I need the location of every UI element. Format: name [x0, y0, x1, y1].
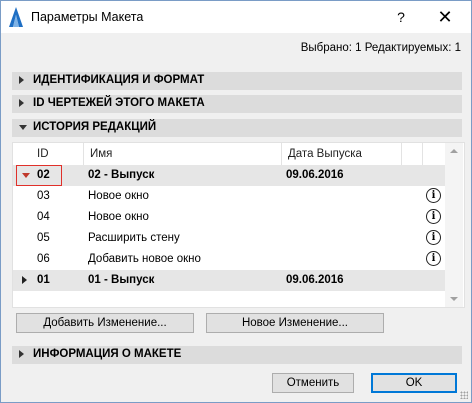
scroll-up-icon[interactable]: [450, 149, 458, 153]
collapse-arrow-icon: [19, 350, 24, 358]
row-id: 02: [37, 169, 50, 181]
layout-settings-dialog: Параметры Макета ? ✕ Выбрано: 1 Редактир…: [0, 0, 472, 403]
table-row-group[interactable]: 02 02 - Выпуск 09.06.2016: [13, 165, 445, 186]
revision-table: ID Имя Дата Выпуска 02 02 - Выпуск 09.06…: [12, 142, 465, 308]
archicad-icon: [9, 7, 23, 27]
resize-grip-icon[interactable]: [460, 391, 468, 399]
section-identification[interactable]: ИДЕНТИФИКАЦИЯ И ФОРМАТ: [12, 72, 462, 90]
row-id: 05: [37, 232, 50, 244]
info-icon[interactable]: i: [426, 188, 441, 203]
new-change-button[interactable]: Новое Изменение...: [206, 313, 384, 333]
add-change-button[interactable]: Добавить Изменение...: [16, 313, 194, 333]
vertical-scrollbar[interactable]: [445, 143, 463, 307]
row-name: Расширить стену: [88, 232, 180, 244]
expand-arrow-icon: [19, 125, 27, 130]
section-label: ID ЧЕРТЕЖЕЙ ЭТОГО МАКЕТА: [33, 97, 205, 109]
section-drawing-ids[interactable]: ID ЧЕРТЕЖЕЙ ЭТОГО МАКЕТА: [12, 95, 462, 113]
table-row-group[interactable]: 01 01 - Выпуск 09.06.2016: [13, 270, 445, 291]
collapse-arrow-icon: [19, 99, 24, 107]
collapse-arrow-icon: [19, 76, 24, 84]
row-id: 06: [37, 253, 50, 265]
row-name: 02 - Выпуск: [88, 169, 155, 181]
dialog-title: Параметры Макета: [31, 10, 144, 24]
row-name: Новое окно: [88, 211, 149, 223]
column-header-date[interactable]: Дата Выпуска: [282, 143, 402, 165]
row-name: Добавить новое окно: [88, 253, 201, 265]
table-row[interactable]: 04 Новое окно i: [13, 207, 445, 228]
row-id: 03: [37, 190, 50, 202]
title-bar[interactable]: Параметры Макета ? ✕: [1, 1, 471, 33]
row-date: 09.06.2016: [286, 274, 344, 286]
row-name: Новое окно: [88, 190, 149, 202]
close-button[interactable]: ✕: [429, 5, 461, 29]
row-id: 04: [37, 211, 50, 223]
scroll-down-icon[interactable]: [450, 297, 458, 301]
info-icon[interactable]: i: [426, 251, 441, 266]
section-revision-history[interactable]: ИСТОРИЯ РЕДАКЦИЙ: [12, 119, 462, 137]
info-icon[interactable]: i: [426, 230, 441, 245]
cancel-button[interactable]: Отменить: [272, 373, 354, 393]
ok-button[interactable]: OK: [371, 373, 457, 393]
column-header-extra: [402, 143, 423, 165]
section-label: ИСТОРИЯ РЕДАКЦИЙ: [33, 121, 157, 133]
table-row[interactable]: 03 Новое окно i: [13, 186, 445, 207]
table-row[interactable]: 06 Добавить новое окно i: [13, 249, 445, 270]
section-layout-info[interactable]: ИНФОРМАЦИЯ О МАКЕТЕ: [12, 346, 462, 364]
row-id: 01: [37, 274, 50, 286]
column-header-id[interactable]: ID: [31, 143, 84, 165]
table-row[interactable]: 05 Расширить стену i: [13, 228, 445, 249]
column-header-name[interactable]: Имя: [84, 143, 282, 165]
help-button[interactable]: ?: [387, 5, 415, 29]
selection-status: Выбрано: 1 Редактируемых: 1: [300, 42, 461, 54]
row-name: 01 - Выпуск: [88, 274, 155, 286]
info-icon[interactable]: i: [426, 209, 441, 224]
section-label: ИНФОРМАЦИЯ О МАКЕТЕ: [33, 348, 182, 360]
table-header: ID Имя Дата Выпуска: [13, 143, 445, 165]
row-date: 09.06.2016: [286, 169, 344, 181]
collapse-triangle-icon[interactable]: [22, 276, 27, 284]
section-label: ИДЕНТИФИКАЦИЯ И ФОРМАТ: [33, 74, 205, 86]
